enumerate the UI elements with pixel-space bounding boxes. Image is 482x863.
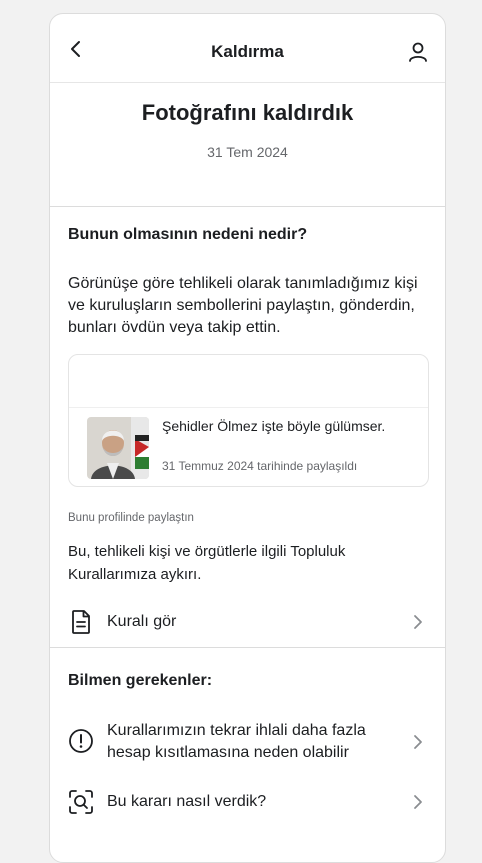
chevron-right-icon <box>413 794 423 810</box>
header: Kaldırma <box>50 14 445 83</box>
scan-search-icon <box>68 789 94 815</box>
post-preview[interactable]: Şehidler Ölmez işte böyle gülümser. 31 T… <box>68 354 429 487</box>
photo-thumbnail <box>87 417 149 479</box>
removal-date: 31 Tem 2024 <box>207 144 288 160</box>
how-decided-row[interactable]: Bu kararı nasıl verdik? <box>50 789 445 815</box>
post-shared-date: 31 Temmuz 2024 tarihinde paylaşıldı <box>162 459 358 473</box>
reason-heading: Bunun olmasının nedeni nedir? <box>68 226 308 243</box>
page-title: Fotoğrafını kaldırdık <box>141 100 354 125</box>
know-heading: Bilmen gerekenler: <box>68 672 213 689</box>
view-rule-row[interactable]: Kuralı gör <box>50 609 445 635</box>
chevron-right-icon <box>413 734 423 750</box>
rule-violation-text: Bu, tehlikeli kişi ve örgütlerle ilgili … <box>68 543 346 583</box>
header-title: Kaldırma <box>211 42 284 61</box>
how-decided-label: Bu kararı nasıl verdik? <box>107 793 267 810</box>
view-rule-label: Kuralı gör <box>107 613 177 630</box>
divider <box>50 647 445 648</box>
alert-circle-icon <box>68 728 94 754</box>
repeat-violation-row[interactable]: Kurallarımızın tekrar ihlali daha fazla … <box>50 719 445 765</box>
document-icon <box>68 609 94 635</box>
repeat-violation-label: Kurallarımızın tekrar ihlali daha fazla … <box>107 722 366 761</box>
post-caption: Şehidler Ölmez işte böyle gülümser. <box>162 418 386 434</box>
reason-body: Görünüşe göre tehlikeli olarak tanımladı… <box>68 275 418 336</box>
shared-note: Bunu profilinde paylaştın <box>68 512 194 524</box>
divider <box>50 206 445 207</box>
user-icon[interactable] <box>407 41 429 63</box>
post-separator <box>69 407 428 408</box>
chevron-right-icon <box>413 614 423 630</box>
removal-card: Kaldırma Fotoğrafını kaldırdık 31 Tem 20… <box>49 13 446 863</box>
